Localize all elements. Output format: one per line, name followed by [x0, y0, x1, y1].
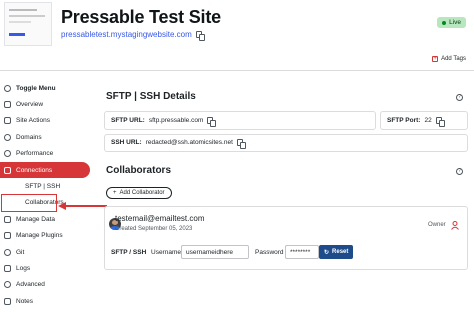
sftp-port-field: SFTP Port: 22: [387, 117, 442, 124]
sftp-url-field: SFTP URL: sftp.pressable.com: [111, 117, 214, 124]
logs-icon: [4, 264, 11, 272]
collaborator-email: testemail@emailtest.com: [115, 214, 205, 223]
site-actions-icon: [4, 117, 11, 125]
sftp-url-label: SFTP URL:: [111, 117, 145, 124]
sftp-url-card: SFTP URL: sftp.pressable.com: [104, 111, 376, 130]
sidebar-item-label: Logs: [16, 264, 31, 272]
add-collaborator-button[interactable]: + Add Collaborator: [106, 187, 172, 199]
sidebar-item-label: Manage Data: [16, 215, 56, 223]
git-icon: [4, 248, 11, 256]
bullet-icon: [16, 201, 20, 205]
gauge-icon: [4, 150, 11, 158]
username-field[interactable]: usernameidhere: [181, 245, 249, 259]
sidebar-item-label: Manage Plugins: [16, 232, 63, 240]
help-icon[interactable]: ?: [456, 168, 463, 175]
sidebar-item-performance[interactable]: Performance: [0, 146, 96, 162]
bullet-icon: [16, 185, 20, 189]
ssh-url-value: redacted@ssh.atomicsites.net: [145, 139, 233, 146]
sftp-port-card: SFTP Port: 22: [380, 111, 468, 130]
globe-icon: [4, 133, 11, 141]
plug-icon: [4, 166, 11, 174]
copy-icon[interactable]: [195, 31, 202, 38]
toggle-menu-icon: [4, 84, 11, 92]
pencil-icon: [4, 297, 11, 305]
add-tags-button[interactable]: + Add Tags: [432, 56, 466, 62]
site-thumbnail: [4, 2, 52, 46]
sftp-port-value: 22: [424, 117, 432, 124]
annotation-arrow-icon: [58, 202, 107, 210]
status-badge: Live: [437, 17, 466, 28]
sidebar-item-connections[interactable]: Connections: [0, 161, 90, 179]
sidebar-item-label: Git: [16, 248, 25, 256]
copy-icon[interactable]: [207, 117, 214, 124]
username-label: Username: [151, 249, 181, 256]
help-icon[interactable]: ?: [456, 94, 463, 101]
plugin-icon: [4, 232, 11, 240]
collaborator-role: Owner: [428, 222, 446, 228]
sidebar-item-toggle-menu[interactable]: Toggle Menu: [0, 80, 96, 96]
plus-icon: +: [113, 190, 117, 196]
copy-icon[interactable]: [236, 139, 243, 146]
ssh-url-field: SSH URL: redacted@ssh.atomicsites.net: [111, 139, 243, 146]
collaborator-created-date: Created September 05, 2023: [115, 226, 193, 232]
plus-icon: +: [432, 56, 439, 62]
header-divider: [0, 70, 474, 71]
password-label: Password: [255, 249, 284, 256]
sidebar-item-logs[interactable]: Logs: [0, 260, 96, 276]
ssh-url-card: SSH URL: redacted@ssh.atomicsites.net: [104, 134, 468, 152]
database-icon: [4, 215, 11, 223]
sidebar-item-label: Site Actions: [16, 117, 50, 125]
sftp-port-label: SFTP Port:: [387, 117, 421, 124]
collaborator-card: testemail@emailtest.com Created Septembe…: [104, 206, 468, 270]
sidebar-item-sftp-ssh[interactable]: SFTP | SSH: [0, 178, 96, 194]
status-badge-label: Live: [449, 19, 461, 26]
collaborators-section-title: Collaborators: [106, 165, 172, 176]
reset-button-label: Reset: [332, 249, 349, 255]
sidebar-item-label: Domains: [16, 133, 42, 141]
sidebar-item-site-actions[interactable]: Site Actions: [0, 113, 96, 129]
add-tags-label: Add Tags: [441, 56, 466, 62]
sidebar-item-advanced[interactable]: Advanced: [0, 277, 96, 293]
sidebar-item-manage-plugins[interactable]: Manage Plugins: [0, 228, 96, 244]
sidebar-item-manage-data[interactable]: Manage Data: [0, 211, 96, 227]
site-title: Pressable Test Site: [61, 7, 221, 27]
sidebar-item-collaborators[interactable]: Collaborators: [1, 193, 64, 213]
sidebar-item-domains[interactable]: Domains: [0, 129, 96, 145]
remove-person-icon[interactable]: [451, 221, 459, 230]
reset-password-button[interactable]: ↻ Reset: [319, 245, 354, 259]
refresh-icon: ↻: [324, 249, 330, 256]
sidebar-item-label: SFTP | SSH: [25, 183, 61, 191]
password-field[interactable]: ********: [285, 245, 319, 259]
sidebar-item-label: Notes: [16, 297, 33, 305]
ssh-url-label: SSH URL:: [111, 139, 142, 146]
copy-icon[interactable]: [435, 117, 442, 124]
sftp-section-title: SFTP | SSH Details: [106, 91, 196, 102]
status-dot-icon: [442, 20, 447, 25]
sidebar-item-notes[interactable]: Notes: [0, 293, 96, 309]
gear-icon: [4, 281, 11, 289]
sidebar-item-git[interactable]: Git: [0, 244, 96, 260]
site-url-text[interactable]: pressabletest.mystagingwebsite.com: [61, 30, 192, 39]
sidebar-item-label: Performance: [16, 150, 54, 158]
sidebar-item-label: Connections: [16, 166, 53, 174]
sidebar-nav: Toggle Menu Overview Site Actions Domain…: [0, 80, 96, 309]
sftp-url-value: sftp.pressable.com: [148, 117, 204, 124]
sidebar-item-overview[interactable]: Overview: [0, 96, 96, 112]
sidebar-item-label: Advanced: [16, 281, 45, 289]
sidebar-item-label: Toggle Menu: [16, 84, 56, 92]
site-url[interactable]: pressabletest.mystagingwebsite.com: [61, 30, 202, 39]
add-collaborator-label: Add Collaborator: [119, 190, 165, 196]
sidebar-item-label: Overview: [16, 101, 44, 109]
sftp-ssh-label: SFTP / SSH: [111, 249, 147, 256]
overview-icon: [4, 101, 11, 109]
